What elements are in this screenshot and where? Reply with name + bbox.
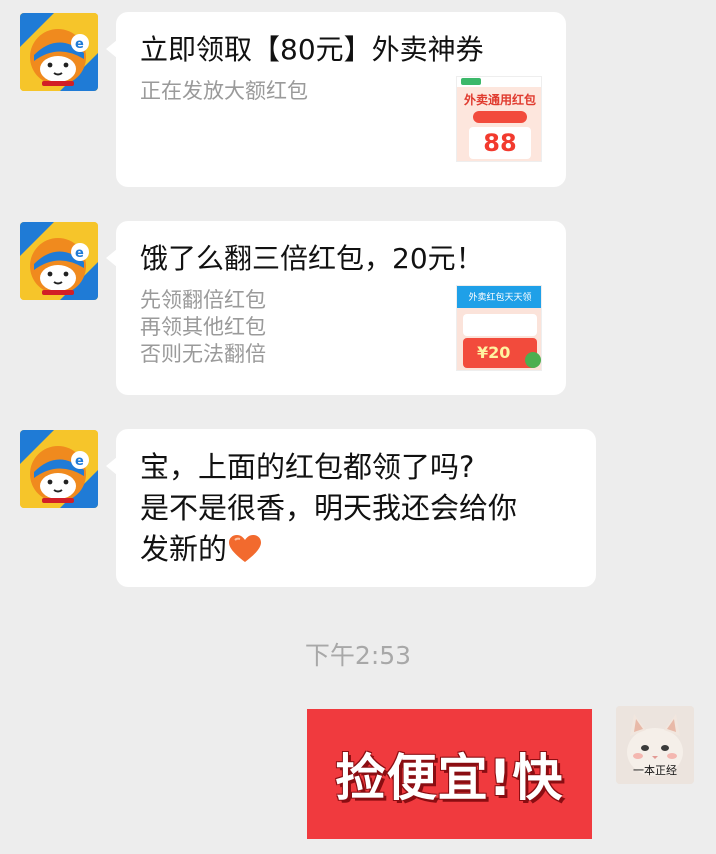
message-line-text: 发新的 <box>140 532 228 566</box>
contact-avatar[interactable]: e <box>20 13 98 91</box>
cartoon-dog-helmet-icon: e <box>20 13 98 91</box>
heart-icon <box>229 535 262 562</box>
thumbnail-headline: 外卖通用红包 <box>463 93 536 107</box>
card-description: 先领翻倍红包 再领其他红包 否则无法翻倍 <box>140 287 266 368</box>
card-thumbnail[interactable]: 外卖通用红包 88 <box>456 76 542 162</box>
message-line: 发新的 <box>140 529 517 570</box>
card-description: 正在发放大额红包 <box>140 78 308 105</box>
message-card-2[interactable]: 饿了么翻三倍红包，20元！ 先领翻倍红包 再领其他红包 否则无法翻倍 外卖红包天… <box>106 221 566 395</box>
thumbnail-amount: 88 <box>483 129 517 157</box>
sticker-message[interactable]: 捡便宜!快 <box>307 709 592 839</box>
message-text: 宝，上面的红包都领了吗? 是不是很香，明天我还会给你 发新的 <box>140 447 517 570</box>
cartoon-dog-helmet-icon: e <box>20 430 98 508</box>
svg-text:e: e <box>75 246 84 261</box>
avatar-caption: 一本正经 <box>633 764 677 777</box>
card-description-line: 再领其他红包 <box>140 315 266 339</box>
card-title: 饿了么翻三倍红包，20元！ <box>140 242 484 275</box>
card-description-line: 否则无法翻倍 <box>140 342 266 366</box>
card-title: 立即领取【80元】外卖神券 <box>140 33 484 66</box>
message-timestamp: 下午2:53 <box>304 641 412 670</box>
svg-text:e: e <box>75 454 84 469</box>
contact-avatar[interactable]: e <box>20 430 98 508</box>
message-card-1[interactable]: 立即领取【80元】外卖神券 正在发放大额红包 外卖通用红包 88 <box>106 12 566 187</box>
text-message[interactable]: 宝，上面的红包都领了吗? 是不是很香，明天我还会给你 发新的 <box>106 429 596 587</box>
sticker-text: 捡便宜!快 <box>335 749 564 807</box>
card-thumbnail[interactable]: 外卖红包天天领 ¥20 <box>456 285 542 371</box>
cartoon-dog-helmet-icon: e <box>20 222 98 300</box>
contact-avatar[interactable]: e <box>20 222 98 300</box>
thumbnail-headline: 外卖红包天天领 <box>468 293 532 303</box>
thumbnail-amount: ¥20 <box>477 343 511 362</box>
message-line: 是不是很香，明天我还会给你 <box>140 491 518 525</box>
my-avatar[interactable]: 一本正经 <box>616 706 694 784</box>
message-line: 宝，上面的红包都领了吗? <box>140 450 475 484</box>
svg-text:e: e <box>75 37 84 52</box>
card-description-line: 先领翻倍红包 <box>140 288 266 312</box>
card-description-line: 正在发放大额红包 <box>140 79 308 103</box>
